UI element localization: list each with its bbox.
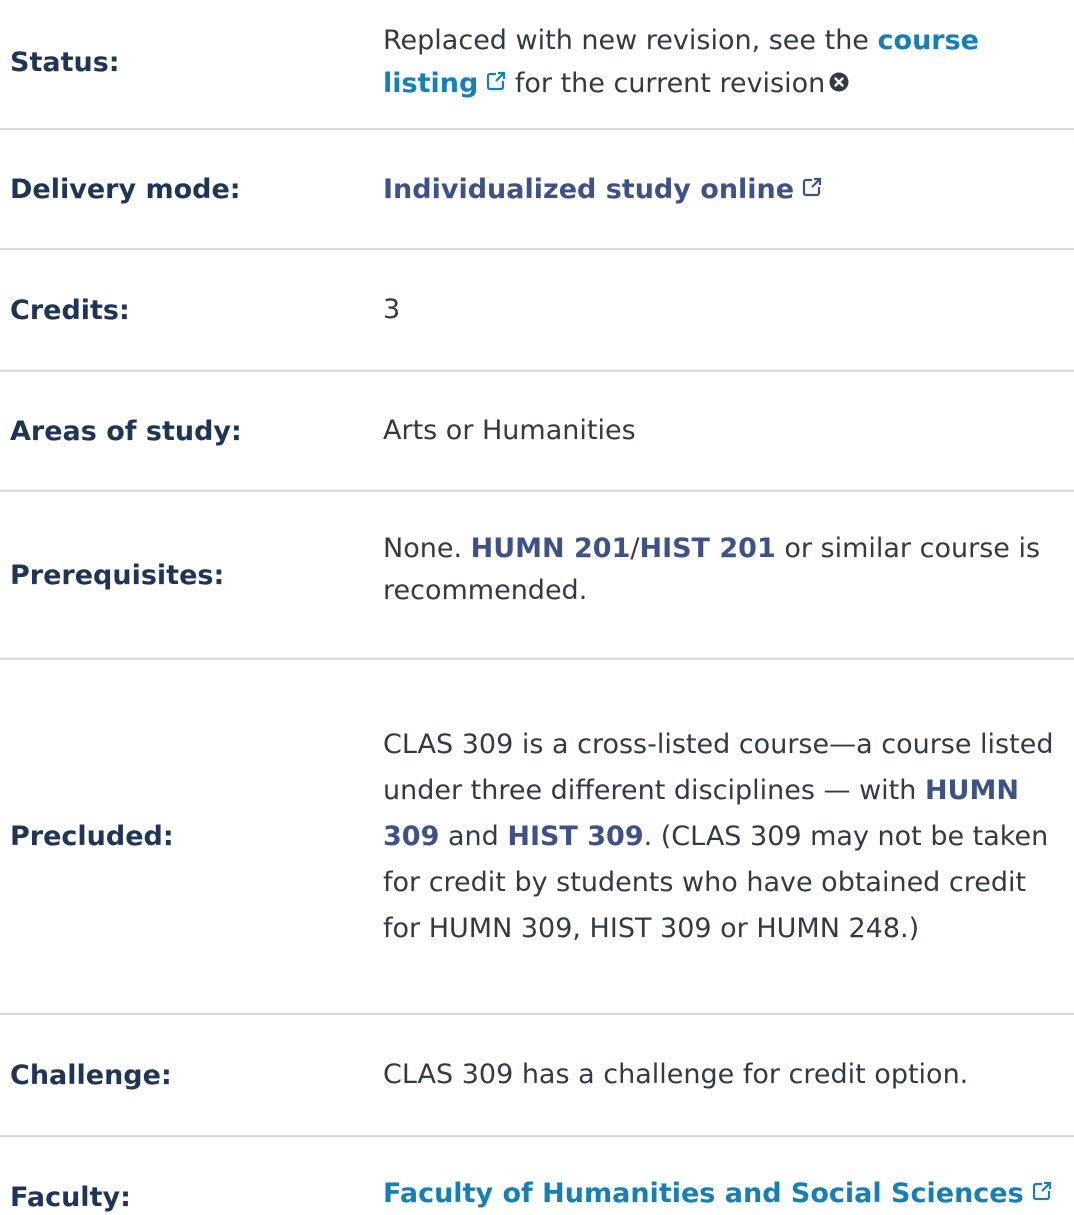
- status-text-before: Replaced with new revision, see the: [383, 24, 878, 56]
- delivery-row: Delivery mode: Individualized study onli…: [0, 130, 1074, 250]
- delivery-label: Delivery mode:: [10, 173, 241, 205]
- delivery-value: Individualized study online: [373, 168, 1074, 211]
- delivery-mode-link-label: Individualized study online: [383, 173, 795, 205]
- credits-value: 3: [383, 294, 401, 325]
- faculty-label: Faculty:: [10, 1182, 131, 1213]
- external-link-icon: [1032, 1172, 1052, 1201]
- prereq-label: Prerequisites:: [10, 559, 225, 591]
- areas-value: Arts or Humanities: [383, 415, 636, 446]
- faculty-link[interactable]: Faculty of Humanities and Social Science…: [383, 1178, 1052, 1209]
- credits-row: Credits: 3: [0, 250, 1074, 372]
- status-text-after: for the current revision: [506, 67, 826, 99]
- hist-201-link[interactable]: HIST 201: [639, 533, 775, 564]
- prereq-value: None. HUMN 201/HIST 201 or similar cours…: [373, 528, 1074, 612]
- challenge-row: Challenge: CLAS 309 has a challenge for …: [0, 1015, 1074, 1137]
- prereq-row: Prerequisites: None. HUMN 201/HIST 201 o…: [0, 492, 1074, 660]
- areas-label: Areas of study:: [10, 415, 242, 447]
- course-details-table: Status: Replaced with new revision, see …: [0, 0, 1074, 1215]
- faculty-link-label: Faculty of Humanities and Social Science…: [383, 1178, 1024, 1209]
- challenge-value: CLAS 309 has a challenge for credit opti…: [383, 1059, 969, 1090]
- status-value: Replaced with new revision, see the cour…: [373, 20, 1074, 105]
- status-label: Status:: [10, 46, 120, 78]
- external-link-icon: [802, 168, 822, 196]
- precluded-value: CLAS 309 is a cross-listed course—a cour…: [373, 722, 1074, 952]
- credits-label: Credits:: [10, 294, 130, 326]
- precluded-label: Precluded:: [10, 821, 174, 852]
- challenge-label: Challenge:: [10, 1059, 172, 1091]
- areas-row: Areas of study: Arts or Humanities: [0, 372, 1074, 492]
- external-link-icon: [486, 62, 506, 90]
- hist-309-link[interactable]: HIST 309: [507, 821, 643, 852]
- status-row: Status: Replaced with new revision, see …: [0, 0, 1074, 130]
- humn-201-link[interactable]: HUMN 201: [471, 533, 631, 564]
- faculty-row: Faculty: Faculty of Humanities and Socia…: [0, 1137, 1074, 1215]
- prereq-text: None.: [383, 533, 471, 564]
- precluded-text-and: and: [439, 820, 508, 852]
- precluded-row: Precluded: CLAS 309 is a cross-listed co…: [0, 660, 1074, 1015]
- close-circle-icon[interactable]: [829, 63, 849, 91]
- delivery-mode-link[interactable]: Individualized study online: [383, 174, 822, 205]
